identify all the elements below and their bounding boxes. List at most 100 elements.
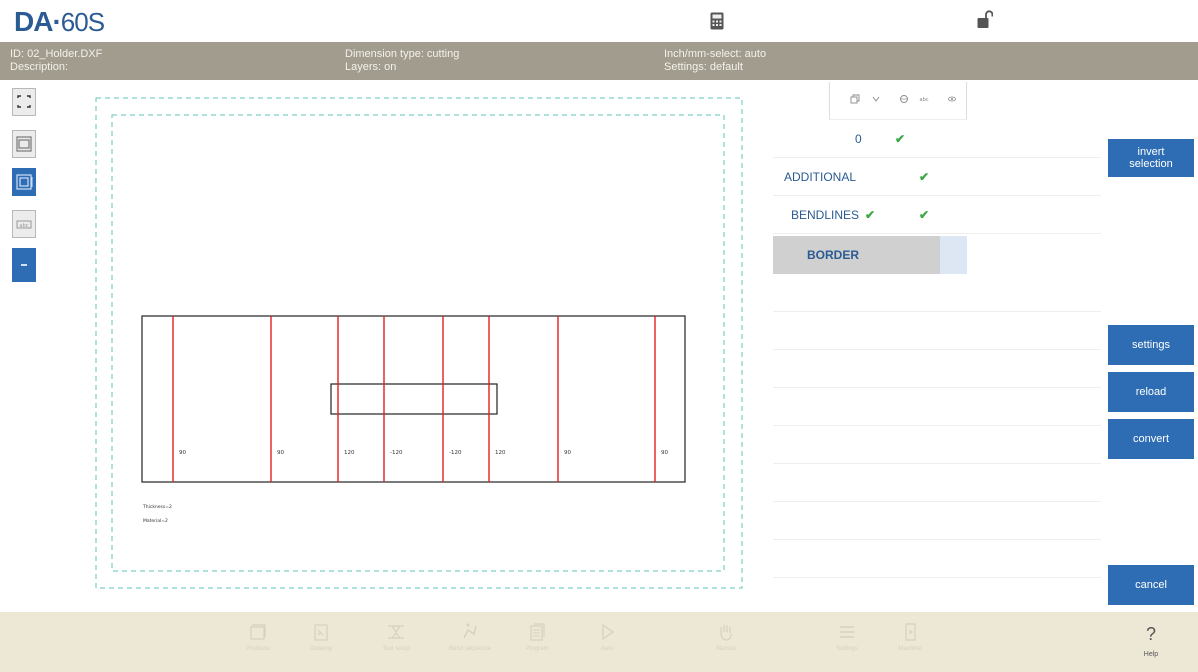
layer-row-0[interactable]: 0 ✔: [773, 120, 1101, 158]
reload-button[interactable]: reload: [1108, 372, 1194, 412]
empty-row: [773, 540, 1101, 578]
help-button[interactable]: ? Help: [1108, 612, 1194, 672]
unit-select: Inch/mm-select: auto: [664, 48, 767, 60]
part-cutout: [330, 383, 498, 415]
abc-icon[interactable]: abc: [918, 94, 930, 104]
layer-visible-check[interactable]: ✔: [895, 120, 905, 158]
logo-model: 60S: [60, 7, 105, 37]
layer-name: ADDITIONAL: [784, 170, 857, 184]
nav-settings[interactable]: Settings: [817, 612, 877, 672]
empty-row: [773, 388, 1101, 426]
empty-row: [773, 312, 1101, 350]
view-frame-button[interactable]: [12, 130, 36, 158]
zoom-extents-icon: [17, 95, 31, 108]
bend-angle-label: -120: [390, 450, 403, 456]
bottom-nav-bar: Products Drawing Tool setup Bend sequenc…: [0, 612, 1198, 672]
dimension-type: Dimension type: cutting: [345, 48, 460, 60]
layers-view-icon: [16, 174, 33, 190]
nav-products[interactable]: Products: [228, 612, 288, 672]
bend-sequence-icon: [463, 623, 477, 639]
bend-angle-label: 90: [661, 450, 668, 456]
zoom-extents-button[interactable]: [12, 88, 36, 116]
view-frame-icon: [16, 136, 32, 152]
brand-logo: DA·60S: [14, 6, 105, 38]
layer-name: BORDER: [807, 248, 860, 262]
program-icon: [530, 623, 545, 641]
machine-icon: [905, 623, 916, 641]
nav-manual[interactable]: Manual: [696, 612, 756, 672]
calculator-icon[interactable]: [710, 12, 724, 30]
bend-angle-label: -120: [449, 450, 462, 456]
products-icon: [250, 624, 266, 640]
bend-angle-label: 90: [179, 450, 186, 456]
eye-icon[interactable]: [947, 94, 957, 104]
question-icon: ?: [1145, 624, 1156, 644]
nav-label: Program: [525, 646, 549, 652]
note-thickness: Thickness=2: [142, 504, 172, 510]
invert-label-line1: invert: [1137, 146, 1165, 158]
chevron-down-icon[interactable]: [871, 94, 881, 104]
settings-button[interactable]: settings: [1108, 325, 1194, 365]
nav-machine[interactable]: Machine: [880, 612, 940, 672]
menu-lines-icon: [840, 626, 854, 638]
cancel-button[interactable]: cancel: [1108, 565, 1194, 605]
invert-selection-button[interactable]: invert selection: [1108, 139, 1194, 177]
svg-text:abc: abc: [20, 223, 29, 229]
part-outline: [141, 315, 686, 483]
layer-active-check[interactable]: ✔: [919, 196, 929, 234]
info-bar: ID: 02_Holder.DXF Description: Dimension…: [0, 42, 1198, 80]
nav-label: Machine: [898, 646, 922, 652]
svg-text:abc: abc: [920, 97, 929, 103]
layer-name: BENDLINES: [791, 208, 860, 222]
dimension-icon: abc: [16, 220, 32, 229]
layers-view-button[interactable]: [12, 168, 36, 196]
layer-visible-check[interactable]: ✔: [865, 196, 875, 234]
circle-icon[interactable]: [899, 94, 909, 104]
inner-frame: [111, 114, 725, 572]
invert-label-line2: selection: [1129, 158, 1173, 170]
layer-name: 0: [855, 132, 862, 146]
layers-header: abc: [773, 82, 1101, 120]
nav-drawing[interactable]: Drawing: [291, 612, 351, 672]
layers-panel: abc 0 ✔ ADDITIONAL ✔ BENDLINES ✔ ✔ BORDE…: [773, 82, 1101, 602]
layers-status: Layers: on: [345, 61, 397, 73]
convert-button[interactable]: convert: [1108, 419, 1194, 459]
lock-open-icon[interactable]: [977, 10, 993, 30]
bend-angle-label: 120: [344, 450, 355, 456]
bend-angle-label: 120: [495, 450, 506, 456]
logo-brand: DA: [14, 6, 53, 37]
layer-row-additional[interactable]: ADDITIONAL ✔: [773, 158, 1101, 196]
note-material: Material=2: [143, 518, 168, 524]
nav-program[interactable]: Program: [507, 612, 567, 672]
help-label: Help: [1143, 651, 1159, 658]
selected-row-cell: [940, 236, 967, 274]
drawing-icon: [314, 624, 328, 641]
bendlines-layer: [172, 316, 656, 482]
nav-label: Tool setup: [382, 646, 410, 652]
product-description: Description:: [10, 61, 69, 73]
collapse-button[interactable]: [12, 248, 36, 282]
hand-icon: [720, 625, 732, 641]
layer-row-bendlines[interactable]: BENDLINES ✔ ✔: [773, 196, 1101, 234]
dxf-drawing-canvas[interactable]: 90 90 120 -120 -120 120 90 90 Thickness=2 Mater…: [84, 92, 754, 602]
nav-auto[interactable]: Auto: [577, 612, 637, 672]
tool-setup-icon: [388, 625, 404, 639]
empty-row: [773, 502, 1101, 540]
layer-active-check[interactable]: ✔: [919, 158, 929, 196]
nav-bend-sequence[interactable]: Bend sequence: [440, 612, 500, 672]
bend-labels: 90 90 120 -120 -120 120 90 90: [179, 450, 668, 456]
nav-label: Drawing: [309, 646, 332, 652]
outer-frame: [95, 97, 743, 589]
app-window: DA·60S ID: 02_Holder.DXF Description: Di…: [0, 0, 1198, 672]
logo-dot: ·: [52, 6, 61, 37]
product-id: ID: 02_Holder.DXF: [10, 48, 103, 60]
nav-tool-setup[interactable]: Tool setup: [366, 612, 426, 672]
nav-label: Settings: [836, 646, 858, 652]
nav-label: Products: [246, 646, 270, 652]
dimension-button[interactable]: abc: [12, 210, 36, 238]
nav-label: Manual: [716, 646, 736, 652]
layer-row-border[interactable]: BORDER: [773, 236, 1101, 274]
bend-angle-label: 90: [564, 450, 571, 456]
play-icon: [602, 623, 615, 641]
layer-icon[interactable]: [850, 94, 860, 104]
